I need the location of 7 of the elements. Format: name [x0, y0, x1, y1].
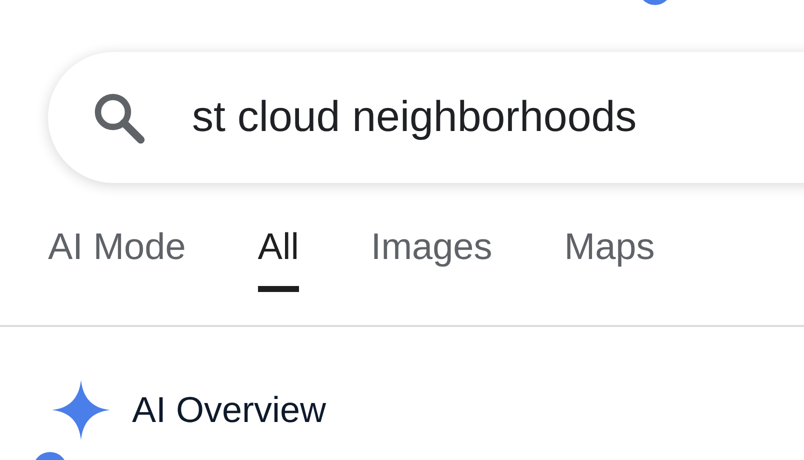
tab[interactable]: Images — [370, 223, 492, 292]
tab[interactable]: All — [258, 223, 299, 292]
search-field[interactable]: st cloud neighborhoods — [48, 52, 804, 183]
tab[interactable]: Maps — [564, 223, 655, 292]
section-title: AI Overview — [132, 389, 326, 431]
tab[interactable]: AI Mode — [48, 223, 186, 292]
sparkle-icon — [52, 380, 110, 440]
